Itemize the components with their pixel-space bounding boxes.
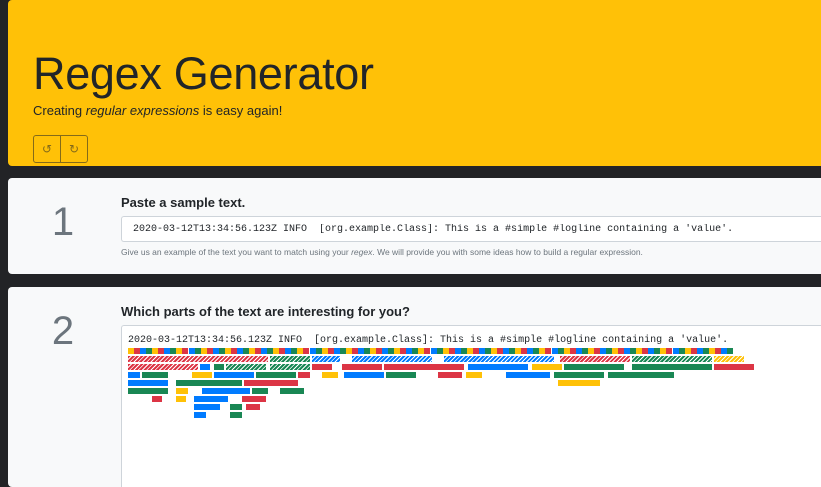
match-highlight[interactable] (192, 372, 212, 378)
history-button-group: ↺ ↻ (33, 135, 88, 163)
match-highlight[interactable] (246, 404, 260, 410)
match-highlight[interactable] (230, 404, 242, 410)
match-highlight[interactable] (384, 364, 464, 370)
page-subtitle: Creating regular expressions is easy aga… (33, 103, 283, 118)
step-number: 2 (51, 309, 75, 353)
match-highlight[interactable] (632, 356, 712, 362)
match-highlight[interactable] (532, 364, 562, 370)
match-highlight[interactable] (714, 356, 744, 362)
match-selection-area[interactable]: 2020-03-12T13:34:56.123Z INFO [org.examp… (121, 325, 821, 487)
step-2-card: 2 Which parts of the text are interestin… (8, 287, 821, 487)
match-highlight[interactable] (128, 372, 140, 378)
match-highlight[interactable] (142, 372, 168, 378)
match-highlight[interactable] (200, 364, 210, 370)
match-highlight[interactable] (342, 364, 382, 370)
match-highlight[interactable] (632, 364, 712, 370)
sample-text-line: 2020-03-12T13:34:56.123Z INFO [org.examp… (128, 335, 729, 346)
match-highlight[interactable] (726, 348, 733, 354)
match-highlight[interactable] (176, 380, 242, 386)
header-jumbotron: Regex Generator Creating regular express… (8, 0, 821, 166)
match-highlight[interactable] (352, 356, 432, 362)
match-highlight[interactable] (438, 372, 462, 378)
match-highlight[interactable] (252, 388, 268, 394)
match-highlight[interactable] (128, 380, 168, 386)
help-text: Give us an example of the text you want … (121, 247, 643, 257)
match-highlight[interactable] (194, 396, 228, 402)
match-highlight[interactable] (468, 364, 528, 370)
match-highlight[interactable] (312, 364, 332, 370)
match-highlight[interactable] (560, 356, 630, 362)
match-highlight[interactable] (312, 356, 340, 362)
step-title: Paste a sample text. (121, 195, 246, 210)
step-number: 1 (51, 200, 75, 244)
match-highlight[interactable] (176, 388, 188, 394)
match-highlight[interactable] (230, 412, 242, 418)
match-highlight[interactable] (194, 404, 220, 410)
match-highlight[interactable] (554, 372, 604, 378)
match-highlight[interactable] (322, 372, 338, 378)
undo-button[interactable]: ↺ (34, 136, 60, 162)
redo-button[interactable]: ↻ (60, 136, 87, 162)
match-highlight[interactable] (270, 364, 310, 370)
match-highlight[interactable] (444, 356, 554, 362)
match-highlight[interactable] (466, 372, 482, 378)
match-highlight[interactable] (386, 372, 416, 378)
page-title: Regex Generator (33, 48, 374, 99)
match-highlight[interactable] (558, 380, 600, 386)
match-highlight[interactable] (128, 364, 198, 370)
match-highlight[interactable] (564, 364, 624, 370)
match-highlight[interactable] (128, 388, 168, 394)
match-highlight[interactable] (194, 412, 206, 418)
step-title: Which parts of the text are interesting … (121, 304, 410, 319)
match-highlight[interactable] (244, 380, 298, 386)
sample-text-input[interactable] (121, 216, 821, 242)
step-1-card: 1 Paste a sample text. Give us an exampl… (8, 178, 821, 274)
match-highlight[interactable] (176, 396, 186, 402)
match-highlight[interactable] (298, 372, 310, 378)
match-highlight[interactable] (152, 396, 162, 402)
match-highlight[interactable] (270, 356, 310, 362)
match-highlight[interactable] (214, 364, 224, 370)
match-highlight[interactable] (214, 372, 254, 378)
match-highlight[interactable] (242, 396, 266, 402)
match-highlight[interactable] (256, 372, 296, 378)
match-highlight[interactable] (714, 364, 754, 370)
match-highlight[interactable] (202, 388, 250, 394)
match-highlight[interactable] (280, 388, 304, 394)
match-highlight[interactable] (226, 364, 266, 370)
redo-icon: ↻ (68, 142, 80, 156)
match-highlight[interactable] (128, 356, 268, 362)
undo-icon: ↺ (41, 142, 53, 156)
match-highlight[interactable] (608, 372, 674, 378)
match-highlight[interactable] (344, 372, 384, 378)
match-highlight[interactable] (506, 372, 550, 378)
